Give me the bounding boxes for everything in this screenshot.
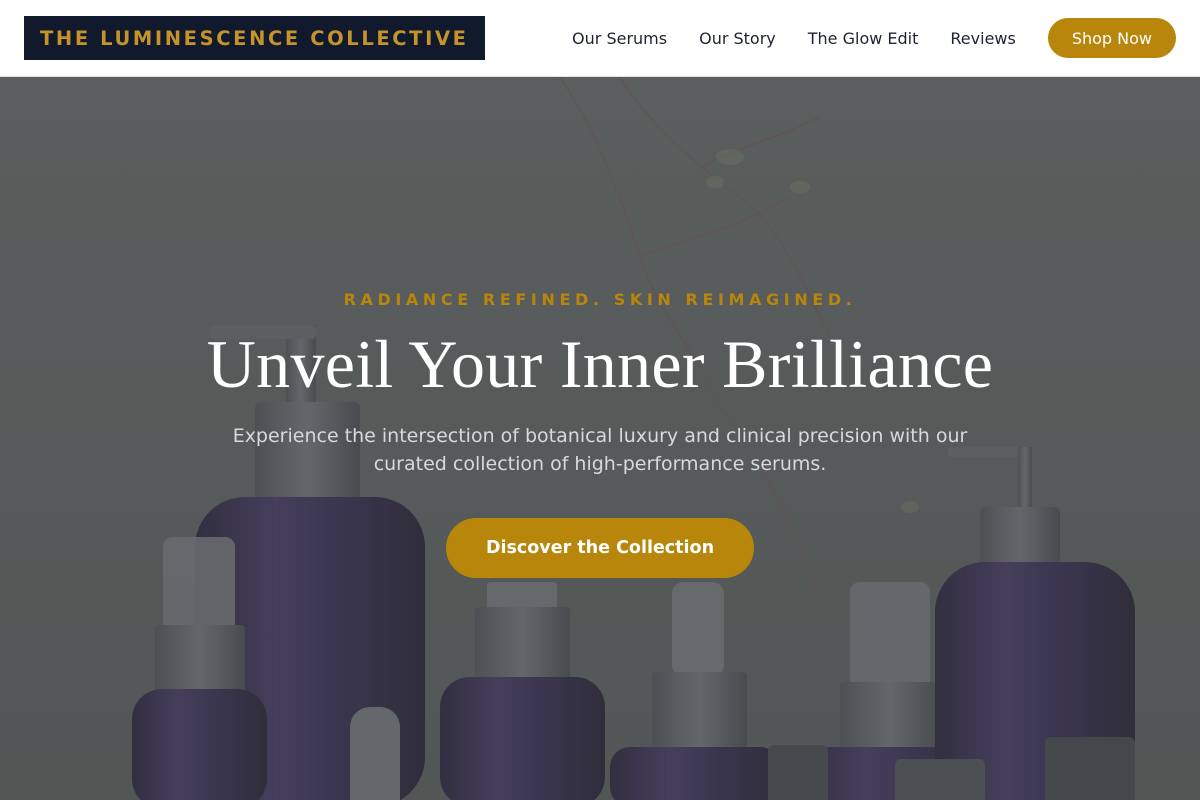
hero-subtext: Experience the intersection of botanical…	[232, 425, 968, 475]
hero-tagline: RADIANCE REFINED. SKIN REIMAGINED.	[343, 290, 857, 309]
nav-link-our-serums[interactable]: Our Serums	[572, 29, 667, 48]
brand-logo[interactable]: THE LUMINESCENCE COLLECTIVE	[24, 16, 485, 60]
discover-collection-button[interactable]: Discover the Collection	[445, 518, 755, 578]
nav-link-the-glow-edit[interactable]: The Glow Edit	[808, 29, 919, 48]
hero-content: RADIANCE REFINED. SKIN REIMAGINED. Unvei…	[0, 290, 1200, 578]
site-header: THE LUMINESCENCE COLLECTIVE Our Serums O…	[0, 0, 1200, 77]
hero-headline: Unveil Your Inner Brilliance	[206, 326, 994, 402]
shop-now-button[interactable]: Shop Now	[1047, 18, 1176, 58]
nav-link-our-story[interactable]: Our Story	[699, 29, 776, 48]
nav-link-reviews[interactable]: Reviews	[950, 29, 1015, 48]
main-nav: Our Serums Our Story The Glow Edit Revie…	[572, 18, 1176, 58]
hero-section: RADIANCE REFINED. SKIN REIMAGINED. Unvei…	[0, 77, 1200, 800]
